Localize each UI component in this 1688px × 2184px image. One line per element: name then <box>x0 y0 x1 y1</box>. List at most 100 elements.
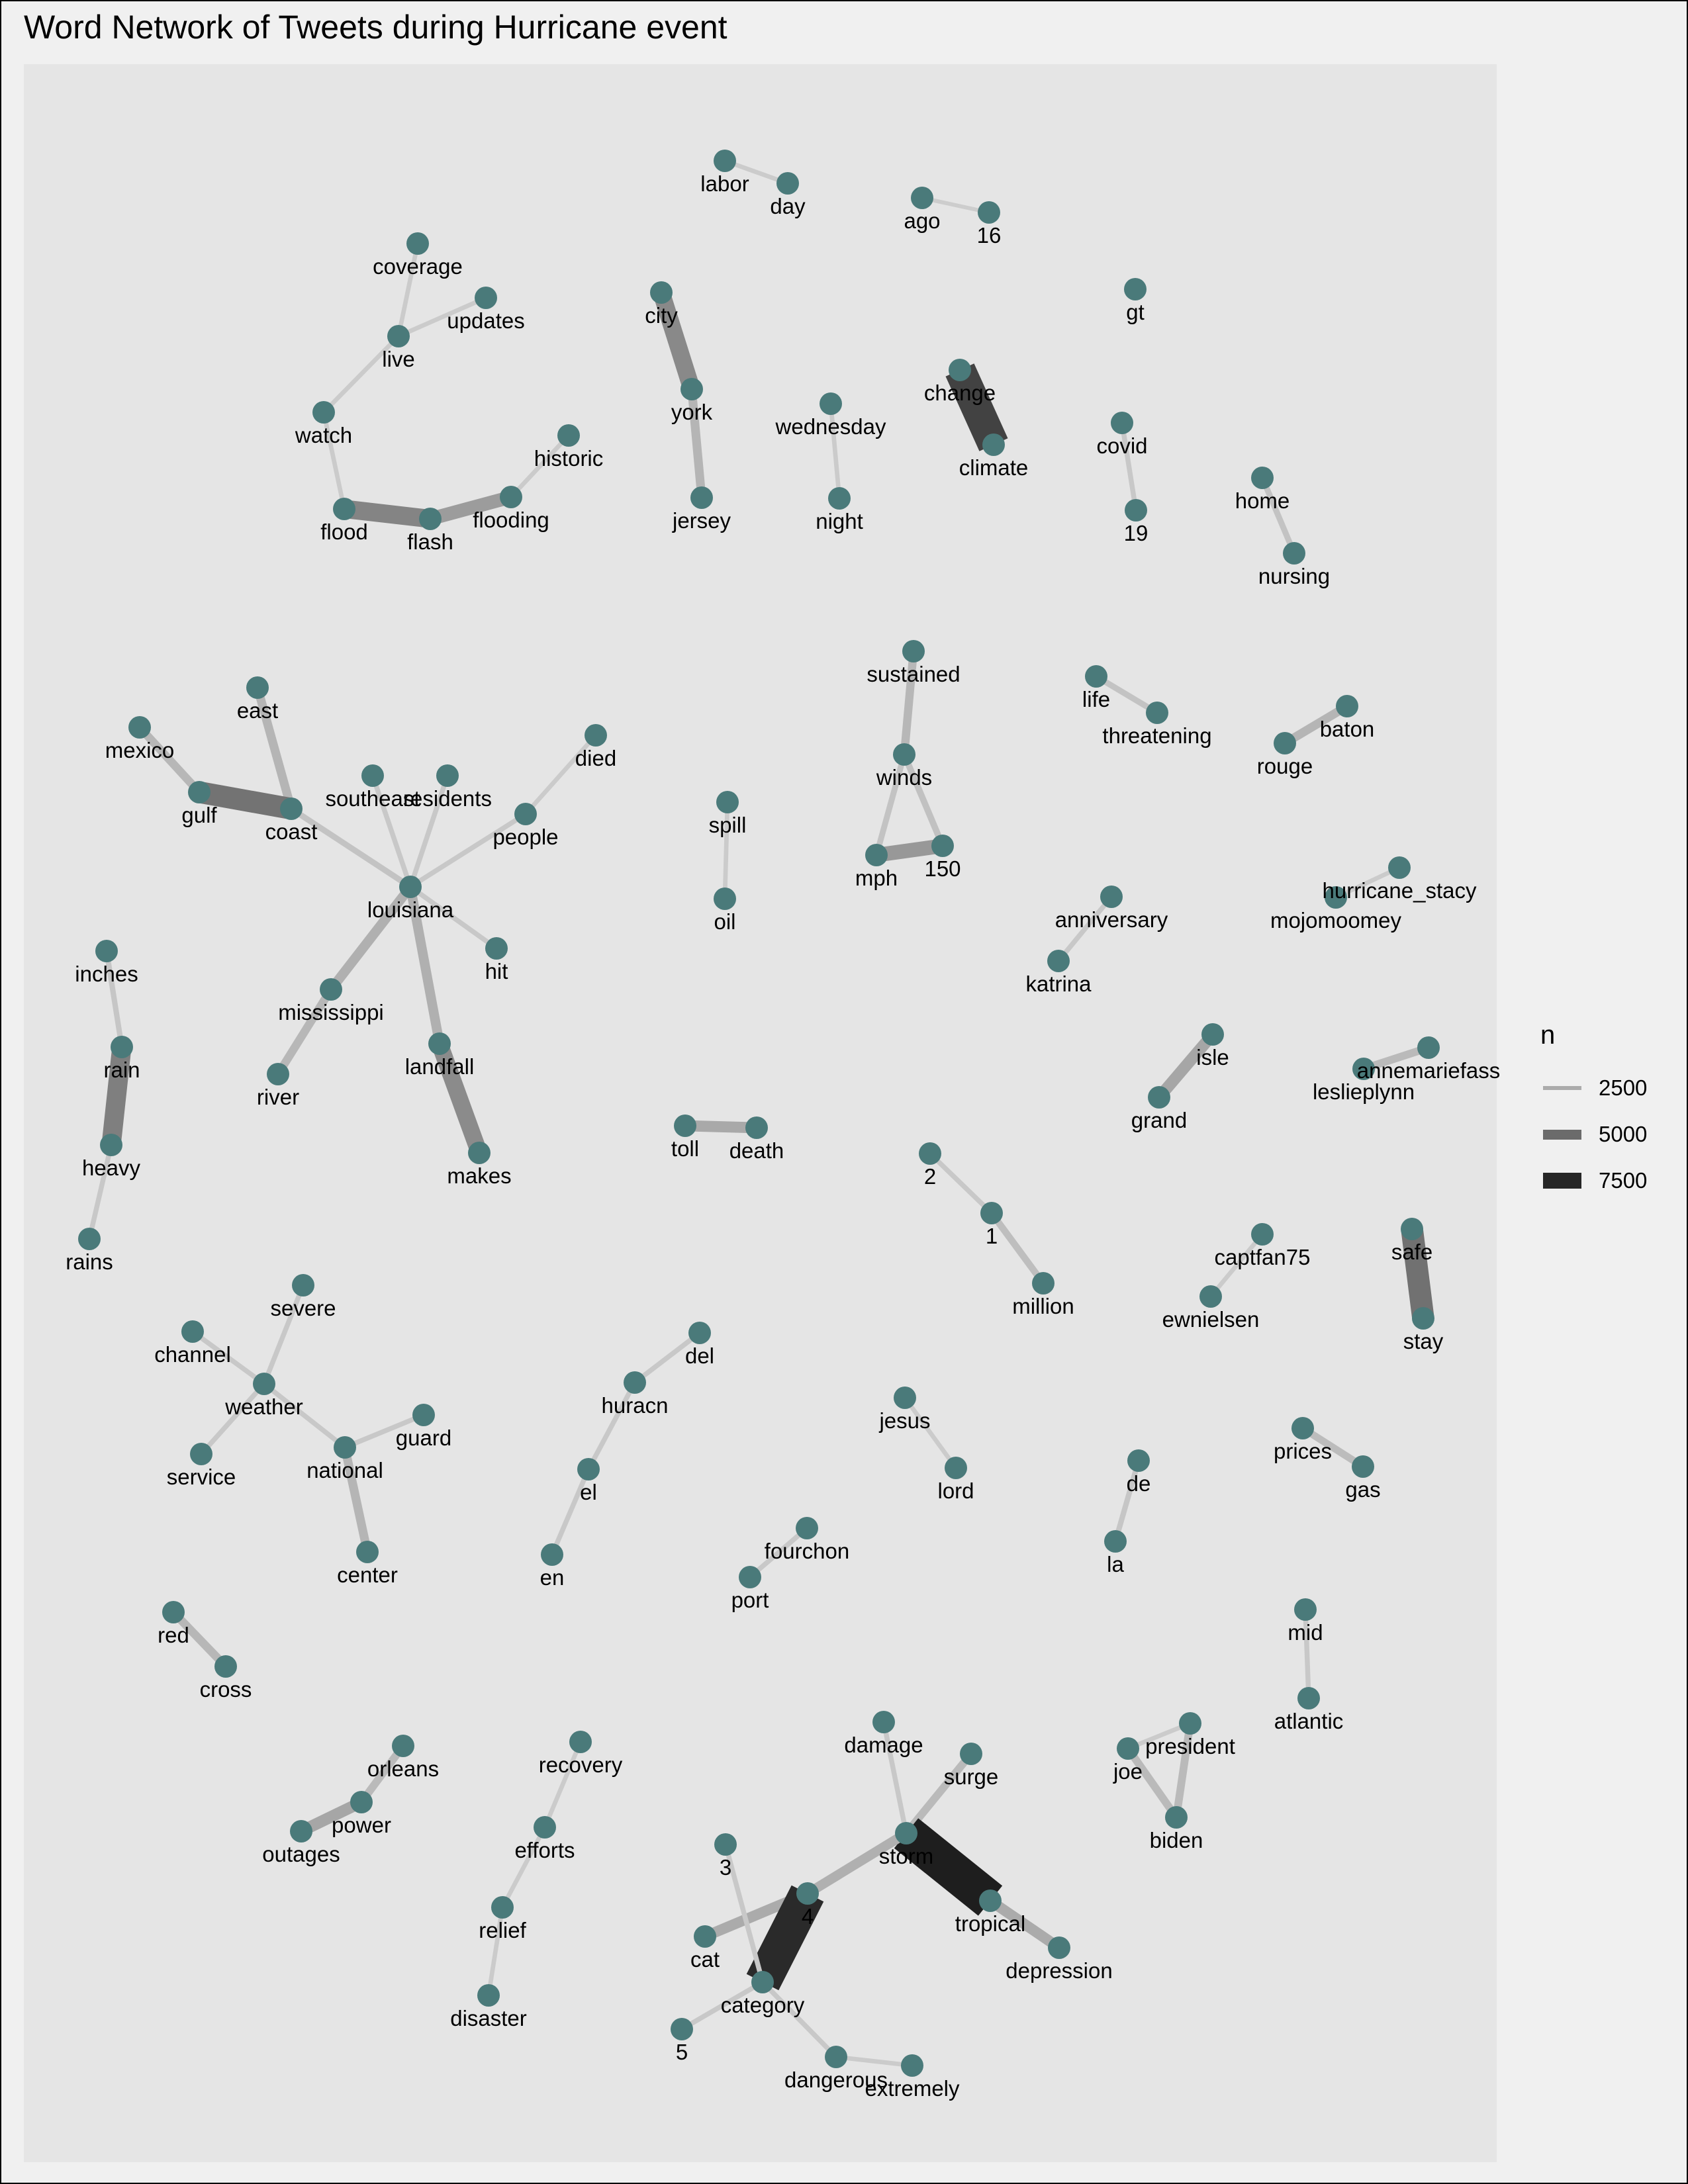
node-relief <box>491 1896 514 1919</box>
node-toll <box>674 1115 696 1137</box>
node-label-tropical: tropical <box>955 1911 1025 1936</box>
node-label-people: people <box>492 825 558 849</box>
node-ago <box>911 187 933 209</box>
node-label-relief: relief <box>479 1918 526 1942</box>
edge-flood-flash <box>343 500 432 528</box>
node-port <box>739 1566 761 1588</box>
node-label-mph: mph <box>855 866 898 890</box>
node-label-weather: weather <box>224 1394 303 1419</box>
node-label-surge: surge <box>944 1764 999 1789</box>
legend-key <box>1540 1129 1584 1140</box>
node-label-hit: hit <box>485 959 508 983</box>
node-jesus <box>894 1387 916 1409</box>
node-label-flooding: flooding <box>473 508 549 532</box>
node-label-depression: depression <box>1006 1958 1112 1983</box>
node-cat <box>694 1925 716 1948</box>
node-dangerous <box>825 2046 847 2068</box>
node-label-ewnielsen: ewnielsen <box>1162 1307 1260 1332</box>
node-city <box>650 281 673 304</box>
node-label-change: change <box>924 381 996 405</box>
legend-entry-7500: 7500 <box>1540 1158 1647 1204</box>
node-label-gas: gas <box>1345 1477 1380 1502</box>
node-label-3: 3 <box>720 1855 731 1880</box>
node-label-wednesday: wednesday <box>775 414 886 439</box>
node-label-night: night <box>816 509 863 533</box>
node-label-threatening: threatening <box>1102 723 1211 748</box>
node-label-center: center <box>337 1563 398 1587</box>
node-5 <box>671 2018 693 2040</box>
node-lord <box>945 1457 967 1479</box>
node-label-port: port <box>731 1588 769 1612</box>
node-residents <box>436 764 459 787</box>
node-label-city: city <box>645 303 678 328</box>
node-million <box>1032 1272 1055 1295</box>
node-150 <box>931 835 954 857</box>
node-life <box>1085 665 1107 688</box>
node-label-coverage: coverage <box>373 254 463 279</box>
node-mexico <box>128 716 151 739</box>
legend-label: 2500 <box>1599 1075 1648 1100</box>
node-service <box>190 1443 212 1465</box>
node-spill <box>716 791 739 813</box>
node-label-mid: mid <box>1288 1620 1323 1645</box>
node-label-huracn: huracn <box>602 1393 669 1418</box>
node-de <box>1127 1449 1150 1472</box>
node-change <box>949 359 971 381</box>
node-katrina <box>1047 950 1070 972</box>
legend-entry-5000: 5000 <box>1540 1111 1647 1158</box>
node-labor <box>714 150 736 172</box>
node-annemariefass <box>1417 1036 1440 1059</box>
node-label-service: service <box>167 1465 236 1489</box>
node-label-death: death <box>729 1138 784 1163</box>
node-isle <box>1201 1023 1224 1046</box>
node-mid <box>1294 1598 1317 1621</box>
node-19 <box>1125 499 1147 522</box>
node-label-recovery: recovery <box>539 1752 623 1777</box>
node-day <box>776 172 799 195</box>
node-york <box>680 378 703 400</box>
node-stay <box>1412 1307 1434 1330</box>
node-label-channel: channel <box>154 1342 231 1367</box>
node-category <box>751 1971 774 1993</box>
node-4 <box>796 1882 819 1905</box>
node-label-updates: updates <box>447 308 524 333</box>
node-orleans <box>392 1735 414 1757</box>
node-16 <box>978 201 1000 224</box>
node-threatening <box>1146 702 1168 724</box>
node-label-extremely: extremely <box>865 2076 960 2101</box>
node-gt <box>1124 278 1147 300</box>
node-label-mexico: mexico <box>105 738 175 762</box>
node-damage <box>872 1711 895 1733</box>
node-label-flood: flood <box>320 520 368 544</box>
node-label-million: million <box>1012 1294 1074 1318</box>
node-label-guard: guard <box>396 1426 451 1450</box>
legend-key <box>1540 1086 1584 1090</box>
node-watch <box>312 401 335 424</box>
node-label-de: de <box>1127 1471 1151 1496</box>
node-east <box>246 676 269 699</box>
node-label-ago: ago <box>904 208 940 233</box>
node-channel <box>181 1320 204 1343</box>
node-mississippi <box>320 978 342 1001</box>
node-joe <box>1117 1737 1139 1760</box>
node-label-hurricane_stacy: hurricane_stacy <box>1323 878 1477 903</box>
node-label-oil: oil <box>714 909 735 934</box>
node-red <box>162 1601 185 1623</box>
node-home <box>1251 467 1274 489</box>
node-label-la: la <box>1107 1552 1124 1576</box>
node-surge <box>960 1743 982 1765</box>
node-night <box>828 487 851 510</box>
legend-key <box>1540 1173 1584 1189</box>
node-weather <box>253 1373 275 1395</box>
node-2 <box>919 1142 941 1165</box>
node-extremely <box>901 2054 923 2077</box>
node-label-atlantic: atlantic <box>1274 1709 1344 1733</box>
node-depression <box>1048 1936 1070 1959</box>
node-label-leslieplynn: leslieplynn <box>1313 1079 1415 1104</box>
node-label-severe: severe <box>270 1296 336 1320</box>
network-plot: labor day ago 16 gt coverage updates live watch f… <box>24 64 1500 2162</box>
node-label-louisiana: louisiana <box>367 897 454 922</box>
node-captfan75 <box>1251 1223 1274 1246</box>
node-huracn <box>624 1371 646 1394</box>
node-landfall <box>428 1032 451 1055</box>
